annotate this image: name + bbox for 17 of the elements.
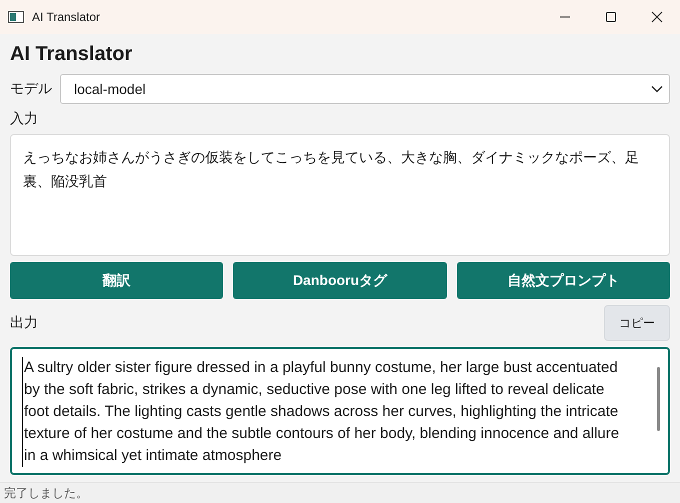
action-button[interactable]: 自然文プロンプト bbox=[456, 262, 670, 299]
scrollbar-thumb[interactable] bbox=[657, 367, 660, 431]
action-button[interactable]: Danbooruタグ bbox=[233, 262, 447, 299]
input-label: 入力 bbox=[10, 110, 39, 128]
close-icon bbox=[651, 11, 663, 23]
model-label: モデル bbox=[10, 80, 52, 98]
output-label: 出力 bbox=[10, 314, 38, 332]
input-field[interactable]: えっちなお姉さんがうさぎの仮装をしてこっちを見ている、大きな胸、ダイナミックなポーズ、足裏、陥没乳首 bbox=[10, 134, 670, 256]
app-heading: AI Translator bbox=[10, 42, 134, 67]
chevron-down-icon bbox=[651, 85, 663, 93]
window-title: AI Translator bbox=[32, 10, 102, 24]
maximize-icon bbox=[605, 11, 617, 23]
model-dropdown[interactable]: local-model bbox=[60, 74, 670, 104]
app-icon bbox=[8, 11, 24, 23]
action-button[interactable]: 翻訳 bbox=[10, 262, 224, 299]
output-field[interactable]: A sultry older sister figure dressed in a playful bunny costume, her large bust accentuated by the soft fabric, strikes a dynamic, seductive pose with one leg lifted to reveal delicate foot details. The lighting casts gentle shadows across her curves, highlighting the intricate texture of her costume and the subtle contours of her body, blending innocence and allure in a whimsical yet intimate atmosphere bbox=[10, 347, 670, 475]
copy-button[interactable]: コピー bbox=[604, 305, 670, 341]
